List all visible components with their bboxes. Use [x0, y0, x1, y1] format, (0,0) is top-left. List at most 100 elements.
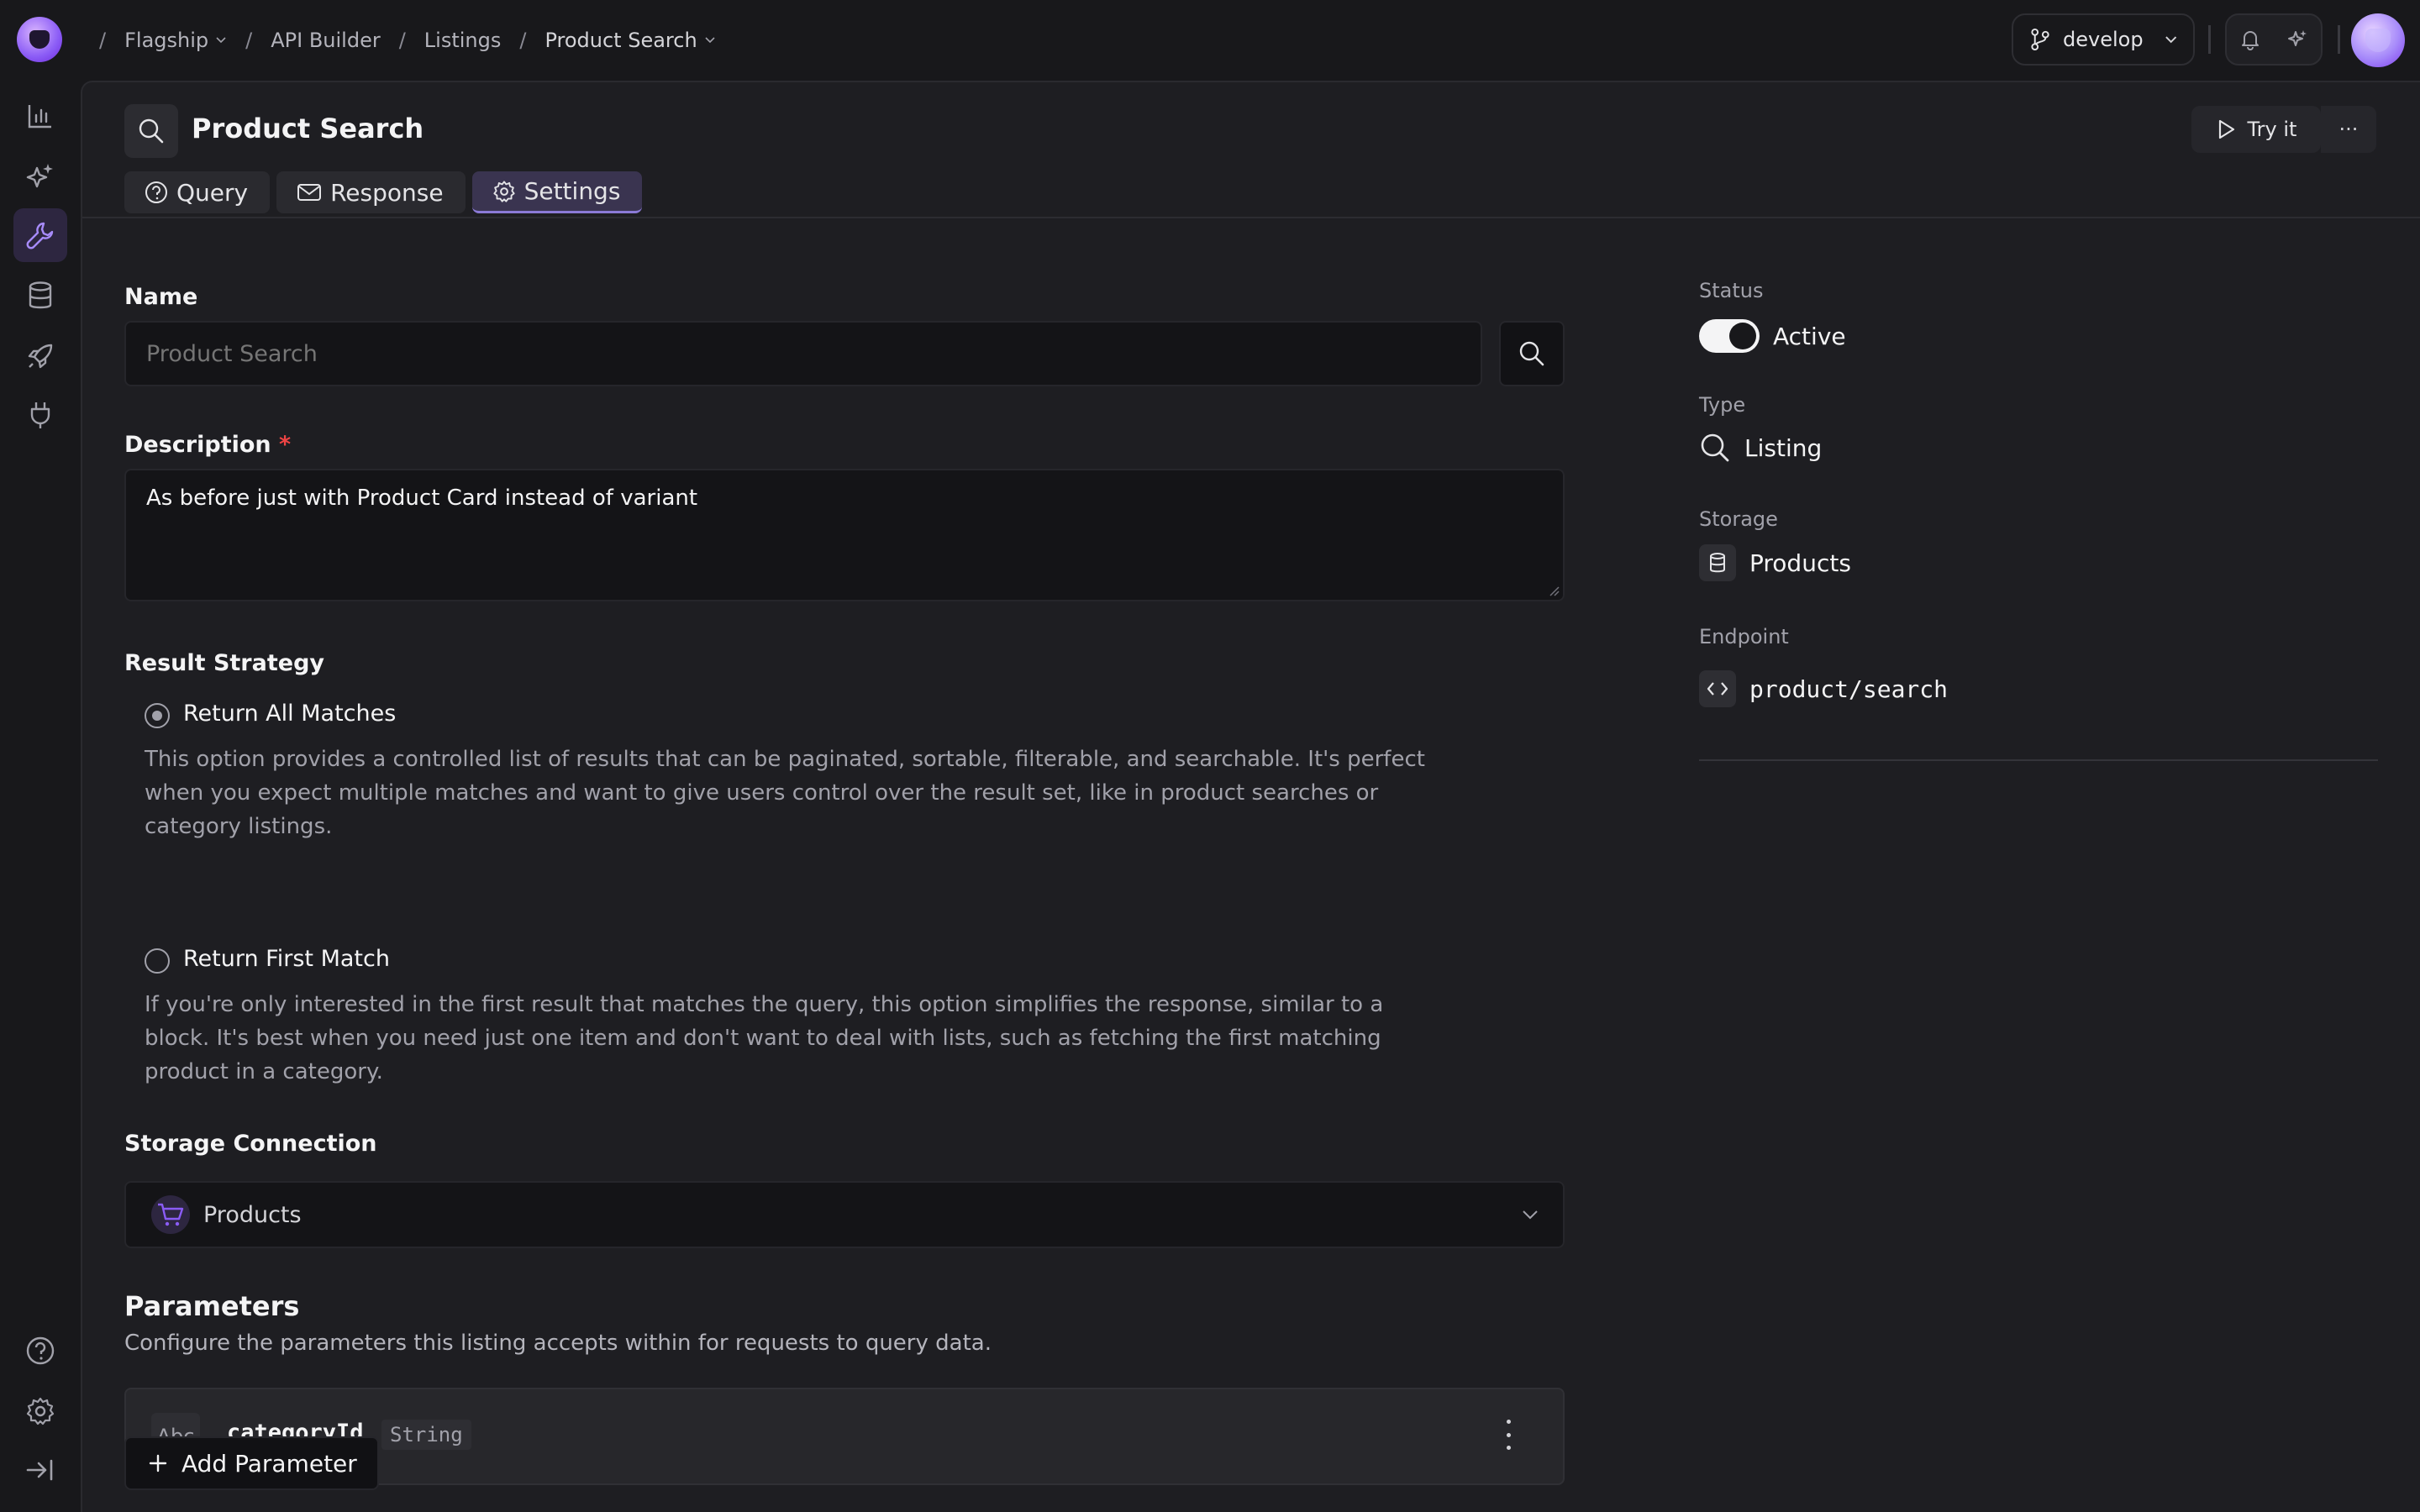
plus-icon: [149, 1454, 167, 1473]
search-icon: [1519, 341, 1544, 366]
code-icon: [1699, 670, 1736, 707]
chevron-down-icon: [705, 37, 715, 44]
sidebar-item-settings[interactable]: [13, 1384, 67, 1438]
breadcrumb-item-api-builder[interactable]: API Builder: [271, 29, 380, 52]
breadcrumb-label: API Builder: [271, 29, 381, 52]
parameter-type-badge: String: [381, 1420, 471, 1450]
storage-connection-select[interactable]: Products: [124, 1181, 1565, 1248]
more-options-button[interactable]: ···: [2321, 106, 2376, 153]
status-label: Status: [1699, 279, 1764, 302]
endpoint-row: product/search: [1699, 670, 1948, 707]
search-icon: [1701, 433, 1729, 462]
chevron-down-icon: [1523, 1210, 1538, 1220]
more-icon: ···: [2338, 118, 2359, 141]
sidebar-item-collapse[interactable]: [13, 1443, 67, 1497]
shopping-cart-icon: [151, 1195, 190, 1234]
name-label: Name: [124, 284, 198, 310]
logo[interactable]: [17, 17, 62, 62]
description-label-text: Description: [124, 432, 271, 458]
notification-ai-group: [2225, 13, 2323, 66]
radio-return-all[interactable]: [145, 703, 170, 728]
git-branch-icon: [2031, 28, 2049, 51]
breadcrumb-separator: /: [245, 29, 253, 52]
breadcrumb-label: Flagship: [124, 29, 209, 52]
tab-label: Settings: [523, 177, 621, 205]
sidebar-item-deploy[interactable]: [13, 329, 67, 383]
gear-icon: [26, 1397, 55, 1425]
tab-response[interactable]: Response: [276, 171, 466, 213]
try-it-label: Try it: [2247, 118, 2297, 141]
branch-selector[interactable]: develop: [2012, 13, 2195, 66]
gear-icon: [492, 180, 515, 202]
sidebar-item-storage[interactable]: [13, 269, 67, 323]
name-input[interactable]: [124, 321, 1482, 386]
divider: [1699, 759, 2378, 761]
required-marker: *: [279, 432, 292, 458]
storage-connection-label: Storage Connection: [124, 1131, 377, 1157]
rocket-icon: [28, 344, 53, 369]
try-it-button[interactable]: Try it: [2191, 106, 2321, 153]
question-circle-icon: [145, 181, 167, 203]
page-header: Product Search Query Response Settings T…: [82, 82, 2420, 218]
bell-icon[interactable]: [2240, 29, 2260, 50]
description-label: Description *: [124, 432, 291, 458]
breadcrumb-item-listings[interactable]: Listings: [424, 29, 502, 52]
sidebar-item-integrations[interactable]: [13, 388, 67, 442]
sidebar-item-analytics[interactable]: [13, 89, 67, 143]
status-toggle[interactable]: [1699, 319, 1760, 353]
add-parameter-button[interactable]: Add Parameter: [124, 1436, 379, 1490]
storage-row: Products: [1699, 544, 1851, 581]
tab-bar: Query Response Settings: [124, 171, 643, 213]
add-parameter-label: Add Parameter: [182, 1449, 357, 1478]
breadcrumb-separator: /: [398, 29, 406, 52]
main-panel: Product Search Query Response Settings T…: [81, 81, 2420, 1512]
more-vertical-icon[interactable]: [1504, 1420, 1512, 1450]
type-row: Listing: [1699, 432, 1822, 464]
radio-description-return-first: If you're only interested in the first r…: [145, 992, 1384, 1084]
tab-label: Response: [330, 178, 444, 207]
database-icon: [1699, 544, 1736, 581]
breadcrumb-separator: /: [99, 29, 107, 52]
breadcrumb-item-project[interactable]: Flagship: [124, 29, 227, 52]
breadcrumb-label: Listings: [424, 29, 502, 52]
help-circle-icon: [26, 1336, 55, 1365]
storage-value: Products: [1749, 549, 1851, 577]
resize-handle-icon[interactable]: [1548, 585, 1560, 596]
app-window: / Flagship / API Builder / Listings / Pr…: [0, 0, 2420, 1512]
endpoint-value: product/search: [1749, 675, 1949, 703]
tab-label: Query: [176, 178, 249, 207]
name-search-button[interactable]: [1499, 321, 1565, 386]
chevron-down-icon: [216, 37, 226, 44]
breadcrumb-separator: /: [519, 29, 527, 52]
wrench-icon: [26, 222, 54, 249]
radio-label-return-all: Return All Matches: [183, 701, 397, 727]
tab-query[interactable]: Query: [124, 171, 271, 213]
tab-settings[interactable]: Settings: [471, 171, 643, 213]
radio-description-return-all: This option provides a controlled list o…: [145, 747, 1425, 839]
branch-label: develop: [2063, 28, 2144, 51]
sparkles-icon: [26, 164, 53, 188]
description-textarea[interactable]: As before just with Product Card instead…: [124, 469, 1565, 601]
search-icon: [124, 104, 178, 158]
result-strategy-label: Result Strategy: [124, 650, 324, 676]
user-avatar[interactable]: [2351, 13, 2405, 67]
collapse-sidebar-icon: [26, 1459, 53, 1481]
page-title: Product Search: [192, 113, 424, 144]
description-value: As before just with Product Card instead…: [146, 486, 698, 511]
breadcrumb: / Flagship / API Builder / Listings / Pr…: [81, 25, 716, 55]
sidebar-item-api-builder[interactable]: [13, 208, 67, 262]
divider: [2208, 25, 2211, 54]
plug-icon: [30, 402, 50, 428]
radio-return-first[interactable]: [145, 948, 170, 974]
play-icon: [2218, 119, 2234, 139]
chart-bar-icon: [28, 105, 51, 129]
status-value: Active: [1773, 322, 1846, 350]
sidebar-item-help[interactable]: [13, 1324, 67, 1378]
sidebar-item-ai[interactable]: [13, 150, 67, 203]
endpoint-label: Endpoint: [1699, 625, 1789, 648]
envelope-icon: [297, 184, 322, 201]
sidebar: [0, 81, 81, 1512]
sparkles-icon[interactable]: [2286, 29, 2308, 50]
breadcrumb-item-current[interactable]: Product Search: [544, 29, 715, 52]
database-icon: [29, 281, 52, 309]
